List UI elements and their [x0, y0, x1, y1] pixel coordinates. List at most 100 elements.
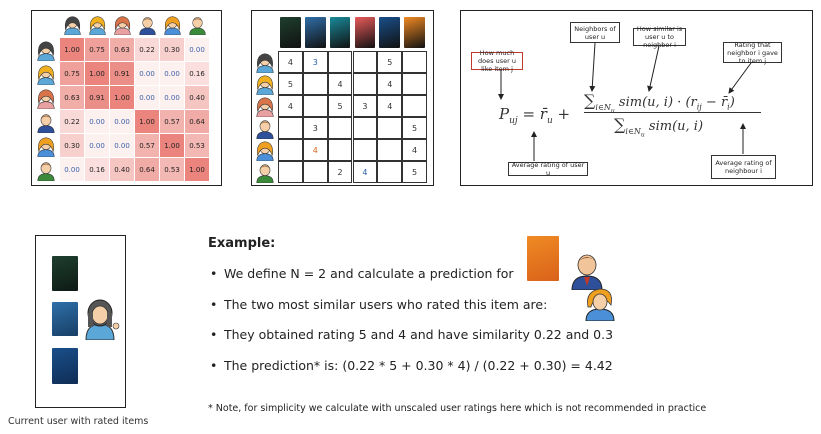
- similarity-cell: 0.63: [60, 86, 84, 109]
- ratings-matrix-panel: 43554445343544245: [251, 10, 434, 186]
- similarity-cell: 0.64: [135, 158, 159, 181]
- similarity-cell: 0.57: [135, 134, 159, 157]
- book-cover-icon: [304, 17, 326, 48]
- user-avatar-icon: [62, 14, 83, 40]
- similarity-cell: 0.57: [160, 110, 184, 133]
- similarity-cell: 0.00: [160, 86, 184, 109]
- book-cover-icon: [280, 17, 301, 48]
- rating-cell: [302, 95, 328, 117]
- user-avatar-icon: [187, 14, 208, 40]
- book-cover-2: [52, 302, 78, 336]
- similarity-cell: 1.00: [185, 158, 209, 181]
- rating-cell: [327, 117, 353, 139]
- rating-cell: [377, 117, 403, 139]
- rating-cell: 4: [377, 95, 403, 117]
- user-avatar-icon: [254, 161, 276, 188]
- rating-cell: [278, 117, 303, 139]
- rating-cell: [352, 51, 378, 73]
- rating-cell: 4: [327, 73, 353, 95]
- example-note: * Note, for simplicity we calculate with…: [208, 403, 707, 414]
- user-avatar-icon: [137, 14, 158, 40]
- current-user-caption: Current user with rated items: [8, 416, 149, 427]
- rating-cell: [402, 95, 427, 117]
- rating-cell: 5: [327, 95, 353, 117]
- similarity-cell: 0.00: [110, 134, 134, 157]
- rating-cell: [302, 73, 328, 95]
- similarity-cell: 1.00: [135, 110, 159, 133]
- user-avatar-icon: [162, 14, 183, 40]
- rating-cell: [377, 139, 403, 161]
- user-avatar-icon: [35, 159, 57, 186]
- female-user-avatar: [85, 299, 120, 340]
- similarity-cell: 0.00: [135, 86, 159, 109]
- example-bullet-1: • We define N = 2 and calculate a predict…: [210, 266, 514, 281]
- similarity-grid: 1.00 0.75 0.63 0.22 0.30 0.00 0.75 1.00 0.91 0.00…: [60, 38, 210, 182]
- ratings-grid: 43554445343544245: [278, 51, 427, 183]
- rating-cell: 4: [377, 73, 403, 95]
- similarity-cell: 0.40: [110, 158, 134, 181]
- book-cover-3: [52, 348, 78, 384]
- similarity-cell: 0.00: [110, 110, 134, 133]
- formula-expression: Puj = r̄u + ∑i∈Nu sim(u, i) · (rij − r̄i…: [496, 91, 806, 141]
- rating-cell: [352, 73, 378, 95]
- rating-cell: 3: [302, 117, 328, 139]
- rating-cell: [278, 161, 303, 183]
- rating-cell: 3: [302, 51, 328, 73]
- user-avatar-icon: [35, 63, 57, 90]
- rating-cell: [402, 73, 427, 95]
- similarity-cell: 0.00: [60, 158, 84, 181]
- rating-cell: 5: [377, 51, 403, 73]
- similarity-cell: 0.53: [185, 134, 209, 157]
- similarity-cell: 0.16: [185, 62, 209, 85]
- similarity-cell: 0.16: [85, 158, 109, 181]
- similarity-cell: 1.00: [60, 38, 84, 61]
- rating-cell: [377, 161, 403, 183]
- similarity-cell: 0.22: [60, 110, 84, 133]
- book-cover-icon: [354, 17, 376, 48]
- similarity-cell: 0.22: [135, 38, 159, 61]
- target-item-book-icon: [527, 236, 559, 281]
- rating-cell: [278, 139, 303, 161]
- rating-cell: [327, 139, 353, 161]
- book-cover-icon: [404, 17, 425, 48]
- example-bullet-3: • They obtained rating 5 and 4 and have s…: [210, 327, 614, 342]
- rating-cell: 4: [278, 95, 303, 117]
- male-user-avatar-icon: [571, 254, 603, 290]
- similarity-cell: 0.00: [160, 62, 184, 85]
- user-avatar-icon: [87, 14, 108, 40]
- similarity-cell: 0.75: [85, 38, 109, 61]
- rating-cell: 4: [302, 139, 328, 161]
- similarity-cell: 0.63: [110, 38, 134, 61]
- book-cover-icon: [379, 17, 401, 48]
- rating-cell: [352, 139, 378, 161]
- example-heading: Example:: [208, 236, 276, 251]
- rating-cell: [402, 51, 427, 73]
- similarity-cell: 0.75: [60, 62, 84, 85]
- similarity-matrix-panel: 1.00 0.75 0.63 0.22 0.30 0.00 0.75 1.00 0.91 0.00…: [31, 10, 222, 186]
- similarity-cell: 0.64: [185, 110, 209, 133]
- user-avatar-icon: [112, 14, 133, 40]
- user-avatar-icon: [35, 39, 57, 66]
- rating-cell: 5: [278, 73, 303, 95]
- similarity-cell: 1.00: [160, 134, 184, 157]
- similarity-cell: 0.91: [110, 62, 134, 85]
- similarity-cell: 0.40: [185, 86, 209, 109]
- rating-cell: 4: [402, 139, 427, 161]
- rating-cell: 5: [402, 117, 427, 139]
- similarity-cell: 0.00: [85, 110, 109, 133]
- similarity-cell: 0.00: [135, 62, 159, 85]
- user-avatar-icon: [35, 135, 57, 162]
- similarity-cell: 0.53: [160, 158, 184, 181]
- similarity-cell: 1.00: [85, 62, 109, 85]
- similarity-cell: 0.00: [185, 38, 209, 61]
- user-avatar-icon: [35, 111, 57, 138]
- similarity-cell: 0.30: [60, 134, 84, 157]
- rating-cell: 4: [278, 51, 303, 73]
- similarity-cell: 0.30: [160, 38, 184, 61]
- example-bullet-2: • The two most similar users who rated th…: [210, 297, 548, 312]
- example-bullet-4: • The prediction* is: (0.22 * 5 + 0.30 * …: [210, 358, 613, 373]
- rating-cell: 3: [352, 95, 378, 117]
- formula-panel: How much does user u like item j Neighbo…: [460, 10, 813, 186]
- rating-cell: [302, 161, 328, 183]
- book-cover-icon: [329, 17, 351, 48]
